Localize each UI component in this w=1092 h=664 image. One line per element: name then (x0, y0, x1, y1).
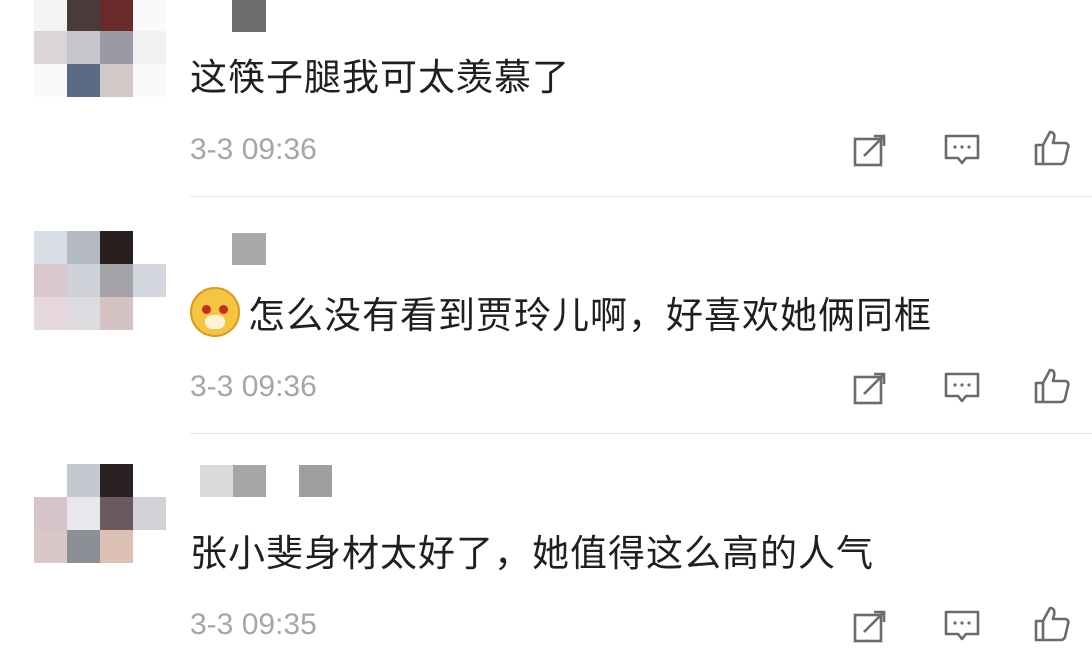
avatar-pixel (100, 0, 133, 31)
like-button[interactable] (1030, 126, 1074, 170)
avatar-pixel (34, 231, 67, 264)
comment-timestamp: 3-3 09:36 (190, 133, 317, 166)
comment-text: 这筷子腿我可太羡慕了 (190, 48, 570, 100)
thumbs-up-icon (1034, 606, 1070, 642)
avatar-pixel (67, 497, 100, 530)
repost-icon (853, 372, 886, 405)
comment-timestamp: 3-3 09:35 (190, 608, 317, 641)
repost-button[interactable] (848, 366, 892, 410)
thumbs-up-icon (1034, 368, 1070, 404)
avatar-pixel (100, 264, 133, 297)
avatar-pixel (67, 31, 100, 64)
avatar-pixel (133, 297, 166, 330)
username-redaction-block (233, 465, 266, 497)
avatar-pixel (34, 0, 67, 31)
thumbs-up-icon (1034, 130, 1070, 166)
username-redaction-block (299, 465, 332, 497)
repost-icon (853, 134, 886, 167)
comment-button[interactable] (940, 604, 984, 648)
comment-button[interactable] (940, 128, 984, 172)
avatar-pixel (133, 264, 166, 297)
avatar-pixel (100, 31, 133, 64)
username-redaction-block (232, 0, 266, 32)
avatar-pixel (34, 64, 67, 97)
comment-icon (944, 134, 980, 165)
doge-emoji-icon (190, 287, 240, 337)
avatar-pixel (67, 530, 100, 563)
avatar-pixel (34, 297, 67, 330)
avatar-pixel (133, 0, 166, 31)
like-button[interactable] (1030, 602, 1074, 646)
avatar-pixel (67, 231, 100, 264)
username-redaction-block (266, 465, 299, 497)
comment-text-content: 这筷子腿我可太羡慕了 (190, 56, 570, 99)
avatar-pixel (67, 464, 100, 497)
username-redaction-block (200, 465, 233, 497)
avatar-pixel (67, 64, 100, 97)
comment-timestamp: 3-3 09:36 (190, 370, 317, 403)
avatar-pixel (133, 530, 166, 563)
avatar-pixel (100, 497, 133, 530)
avatar-pixel (133, 464, 166, 497)
username-redacted[interactable] (232, 233, 266, 265)
avatar-pixel (34, 530, 67, 563)
comment-text-content: 张小斐身材太好了，她值得这么高的人气 (190, 532, 874, 575)
avatar-pixel (34, 464, 67, 497)
avatar-pixel (133, 64, 166, 97)
username-redaction-block (232, 233, 266, 265)
divider (190, 196, 1092, 197)
comment-text-content: 怎么没有看到贾玲儿啊，好喜欢她俩同框 (248, 294, 932, 337)
avatar-pixel (34, 497, 67, 530)
comment-icon (944, 372, 980, 403)
avatar-pixel (133, 231, 166, 264)
comment-button[interactable] (940, 366, 984, 410)
repost-icon (853, 610, 886, 643)
avatar-pixel (100, 64, 133, 97)
avatar[interactable] (34, 464, 166, 564)
username-redacted[interactable] (232, 0, 266, 32)
avatar[interactable] (34, 231, 166, 331)
avatar-pixel (67, 264, 100, 297)
repost-button[interactable] (848, 128, 892, 172)
avatar[interactable] (34, 0, 166, 98)
avatar-pixel (100, 464, 133, 497)
repost-button[interactable] (848, 604, 892, 648)
avatar-pixel (34, 31, 67, 64)
avatar-pixel (67, 0, 100, 31)
comment-text: 怎么没有看到贾玲儿啊，好喜欢她俩同框 (190, 284, 932, 340)
avatar-pixel (100, 297, 133, 330)
comment-icon (944, 610, 980, 641)
avatar-pixel (100, 231, 133, 264)
avatar-pixel (133, 31, 166, 64)
avatar-pixel (34, 264, 67, 297)
avatar-pixel (67, 297, 100, 330)
avatar-pixel (100, 530, 133, 563)
divider (190, 433, 1092, 434)
avatar-pixel (133, 497, 166, 530)
comment-text: 张小斐身材太好了，她值得这么高的人气 (190, 522, 874, 578)
username-redacted[interactable] (200, 465, 332, 497)
like-button[interactable] (1030, 364, 1074, 408)
